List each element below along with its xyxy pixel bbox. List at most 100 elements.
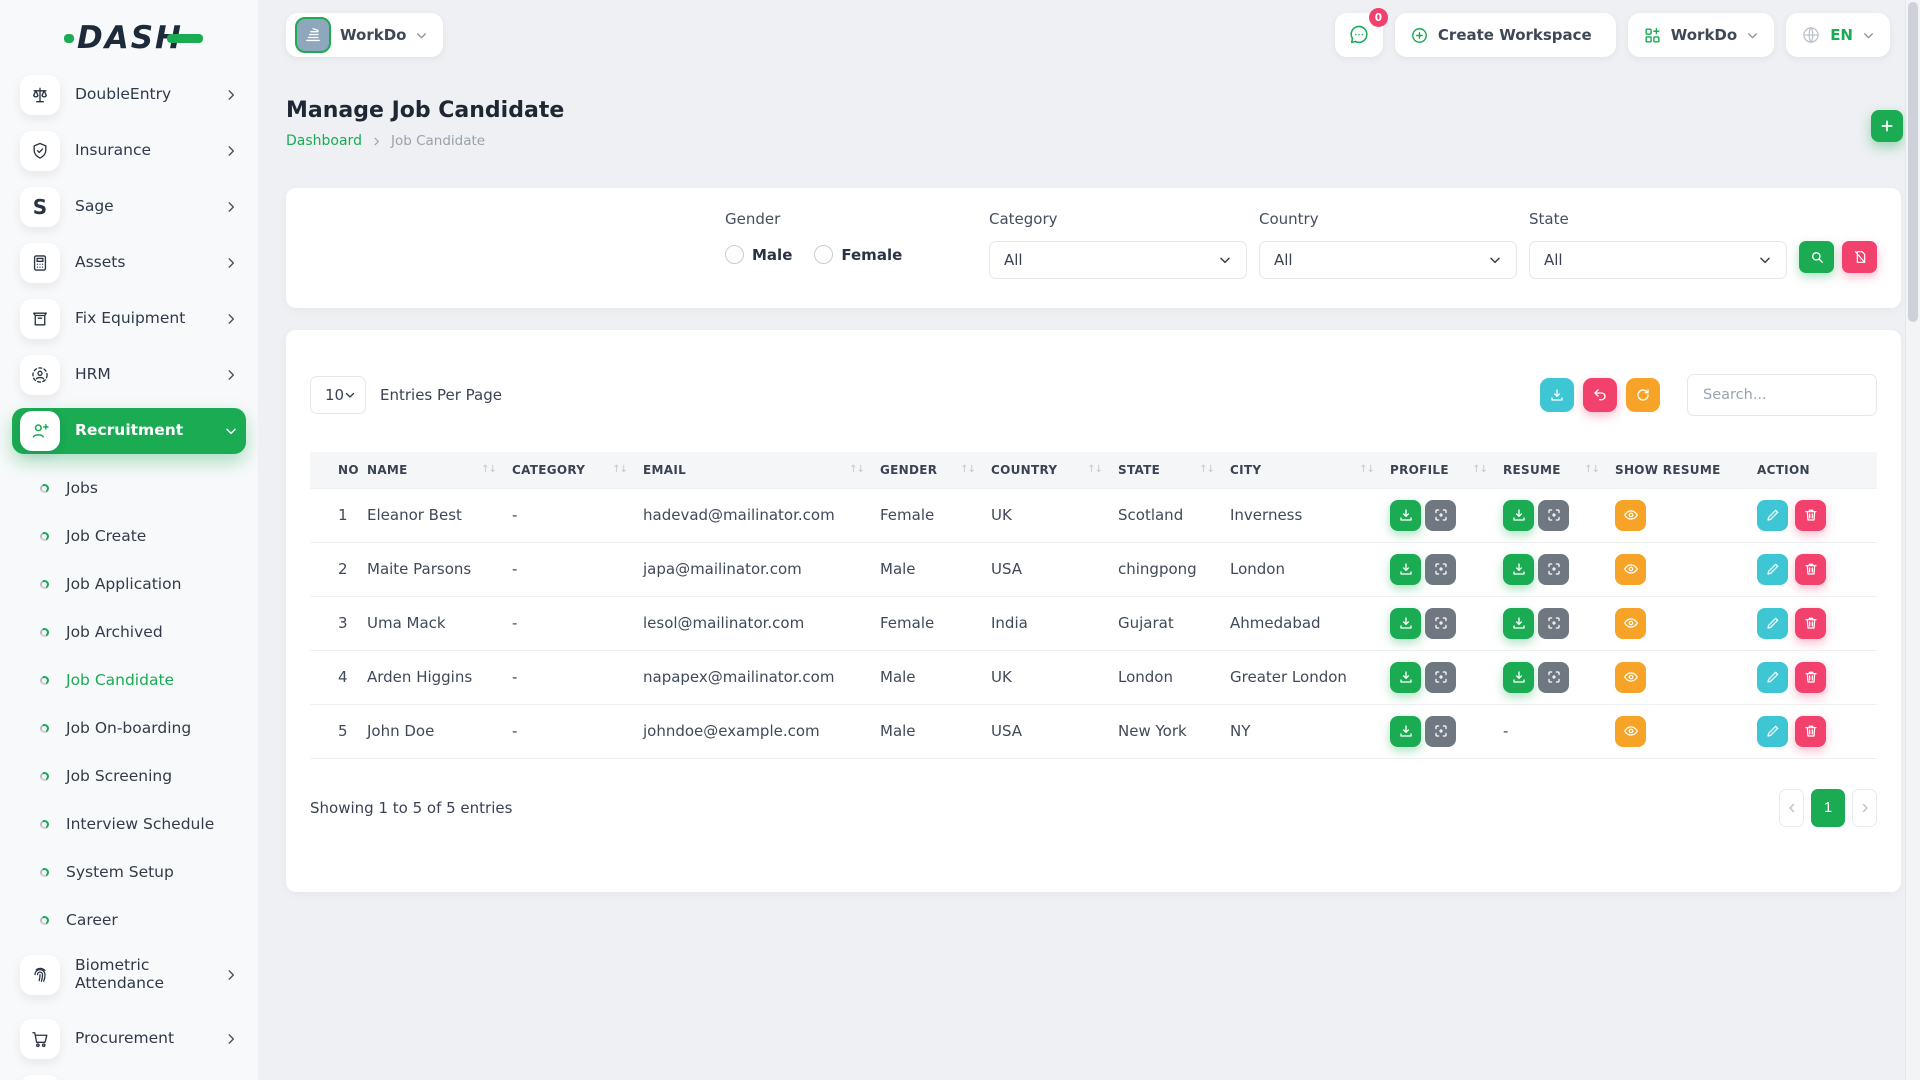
sort-icon[interactable]: ↑↓ <box>1359 464 1374 475</box>
sidebar-subitem-job-candidate[interactable]: Job Candidate <box>0 656 258 704</box>
edit-button[interactable] <box>1757 500 1788 531</box>
country-select[interactable]: All <box>1259 241 1517 279</box>
sort-icon[interactable]: ↑↓ <box>612 464 627 475</box>
edit-button[interactable] <box>1757 608 1788 639</box>
header-resume[interactable]: RESUME↑↓ <box>1503 452 1615 488</box>
resume-preview-button[interactable] <box>1538 500 1569 531</box>
sidebar-subitem-interview-schedule[interactable]: Interview Schedule <box>0 800 258 848</box>
resume-preview-button[interactable] <box>1538 554 1569 585</box>
reset-filter-button[interactable] <box>1842 241 1877 273</box>
sidebar-subitem-job-screening[interactable]: Job Screening <box>0 752 258 800</box>
sidebar-subitem-job-archived[interactable]: Job Archived <box>0 608 258 656</box>
state-select[interactable]: All <box>1529 241 1787 279</box>
show-resume-button[interactable] <box>1615 500 1646 531</box>
create-workspace-button[interactable]: Create Workspace <box>1395 13 1616 57</box>
resume-preview-button[interactable] <box>1538 608 1569 639</box>
sort-icon[interactable]: ↑↓ <box>849 464 864 475</box>
sidebar-item-doubleentry[interactable]: DoubleEntry <box>12 72 246 118</box>
sidebar-subitem-jobs[interactable]: Jobs <box>0 464 258 512</box>
show-resume-button[interactable] <box>1615 554 1646 585</box>
header-profile[interactable]: PROFILE↑↓ <box>1390 452 1503 488</box>
category-select[interactable]: All <box>989 241 1247 279</box>
resume-download-button[interactable] <box>1503 662 1534 693</box>
gender-male-radio[interactable]: Male <box>725 245 792 264</box>
show-resume-button[interactable] <box>1615 608 1646 639</box>
profile-preview-button[interactable] <box>1425 662 1456 693</box>
add-candidate-button[interactable] <box>1871 110 1903 142</box>
sidebar-item-procurement[interactable]: Procurement <box>12 1016 246 1062</box>
undo-button[interactable] <box>1583 378 1617 412</box>
breadcrumb-dashboard-link[interactable]: Dashboard <box>286 133 362 149</box>
delete-button[interactable] <box>1795 500 1826 531</box>
sort-icon[interactable]: ↑↓ <box>960 464 975 475</box>
app-menu-button[interactable]: WorkDo <box>1628 13 1774 57</box>
resume-download-button[interactable] <box>1503 554 1534 585</box>
sidebar-item-partial[interactable] <box>12 1072 246 1080</box>
resume-download-button[interactable] <box>1503 608 1534 639</box>
messages-button[interactable]: 0 <box>1335 13 1383 57</box>
header-city[interactable]: CITY↑↓ <box>1230 452 1390 488</box>
edit-button[interactable] <box>1757 554 1788 585</box>
sidebar-subitem-career[interactable]: Career <box>0 896 258 944</box>
sidebar-item-fix-equipment[interactable]: Fix Equipment <box>12 296 246 342</box>
show-resume-button[interactable] <box>1615 662 1646 693</box>
page-1-button[interactable]: 1 <box>1811 789 1845 827</box>
delete-button[interactable] <box>1795 716 1826 747</box>
export-button[interactable] <box>1540 378 1574 412</box>
profile-preview-button[interactable] <box>1425 608 1456 639</box>
sort-icon[interactable]: ↑↓ <box>481 464 496 475</box>
refresh-button[interactable] <box>1626 378 1660 412</box>
sidebar-subitem-job-create[interactable]: Job Create <box>0 512 258 560</box>
sidebar-subitem-system-setup[interactable]: System Setup <box>0 848 258 896</box>
sidebar-item-biometric-attendance[interactable]: Biometric Attendance <box>12 944 246 1006</box>
header-country[interactable]: COUNTRY↑↓ <box>991 452 1118 488</box>
sidebar-item-insurance[interactable]: Insurance <box>12 128 246 174</box>
profile-download-button[interactable] <box>1390 662 1421 693</box>
profile-download-button[interactable] <box>1390 554 1421 585</box>
sort-icon[interactable]: ↑↓ <box>1472 464 1487 475</box>
gender-female-radio[interactable]: Female <box>814 245 902 264</box>
header-state[interactable]: STATE↑↓ <box>1118 452 1230 488</box>
profile-download-button[interactable] <box>1390 608 1421 639</box>
language-selector[interactable]: EN <box>1786 13 1890 57</box>
dash-logo[interactable]: DASH <box>64 20 203 56</box>
sidebar-item-assets[interactable]: Assets <box>12 240 246 286</box>
sidebar-item-sage[interactable]: S Sage <box>12 184 246 230</box>
sidebar-subitem-job-application[interactable]: Job Application <box>0 560 258 608</box>
workspace-selector[interactable]: WorkDo <box>286 13 443 57</box>
next-page-button[interactable] <box>1852 789 1877 827</box>
header-gender[interactable]: GENDER↑↓ <box>880 452 991 488</box>
profile-preview-button[interactable] <box>1425 716 1456 747</box>
profile-download-button[interactable] <box>1390 716 1421 747</box>
pencil-icon <box>1765 723 1781 739</box>
delete-button[interactable] <box>1795 554 1826 585</box>
delete-button[interactable] <box>1795 662 1826 693</box>
header-email[interactable]: EMAIL↑↓ <box>643 452 880 488</box>
apply-filter-button[interactable] <box>1799 241 1834 273</box>
sort-icon[interactable]: ↑↓ <box>1584 464 1599 475</box>
sort-icon[interactable]: ↑↓ <box>1199 464 1214 475</box>
entries-per-page-select[interactable]: 10 <box>310 376 366 414</box>
profile-preview-button[interactable] <box>1425 500 1456 531</box>
edit-button[interactable] <box>1757 662 1788 693</box>
sidebar-item-recruitment[interactable]: Recruitment <box>12 408 246 454</box>
resume-download-button[interactable] <box>1503 500 1534 531</box>
scrollbar-thumb[interactable] <box>1908 2 1918 322</box>
header-no[interactable]: NO <box>310 452 367 488</box>
header-name[interactable]: NAME↑↓ <box>367 452 512 488</box>
delete-button[interactable] <box>1795 608 1826 639</box>
header-show-resume[interactable]: SHOW RESUME <box>1615 452 1757 488</box>
sidebar-subitem-job-on-boarding[interactable]: Job On-boarding <box>0 704 258 752</box>
search-input[interactable] <box>1687 374 1877 416</box>
profile-download-button[interactable] <box>1390 500 1421 531</box>
resume-preview-button[interactable] <box>1538 662 1569 693</box>
edit-button[interactable] <box>1757 716 1788 747</box>
sidebar-item-hrm[interactable]: HRM <box>12 352 246 398</box>
page-scrollbar[interactable] <box>1905 0 1920 1080</box>
header-category[interactable]: CATEGORY↑↓ <box>512 452 643 488</box>
previous-page-button[interactable] <box>1779 789 1804 827</box>
app-menu-label: WorkDo <box>1671 26 1737 44</box>
profile-preview-button[interactable] <box>1425 554 1456 585</box>
sort-icon[interactable]: ↑↓ <box>1087 464 1102 475</box>
show-resume-button[interactable] <box>1615 716 1646 747</box>
